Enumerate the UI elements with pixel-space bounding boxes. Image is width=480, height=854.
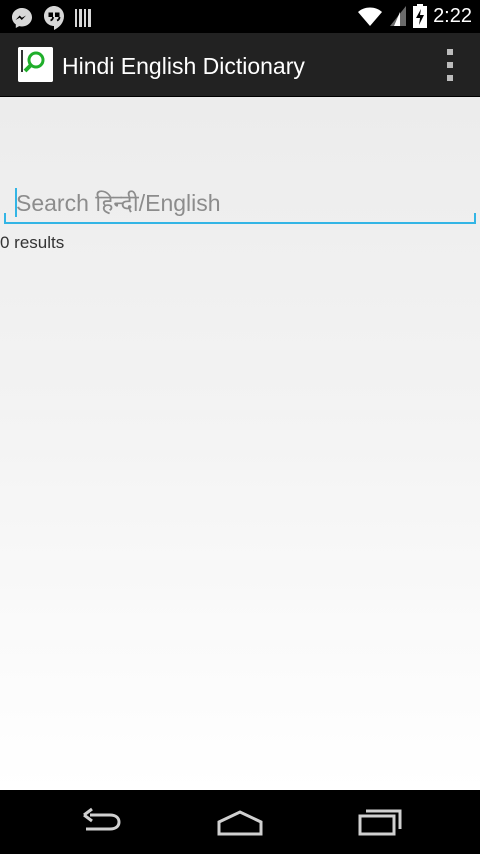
signal-icon — [390, 6, 407, 26]
notification-icons — [10, 5, 92, 31]
action-bar: Hindi English Dictionary — [0, 33, 480, 97]
app-title: Hindi English Dictionary — [62, 53, 305, 79]
status-time: 2:22 — [433, 5, 472, 27]
search-underline-right-tick — [474, 213, 476, 223]
back-icon[interactable] — [76, 806, 126, 838]
battery-charging-icon — [413, 4, 428, 28]
recents-icon[interactable] — [356, 806, 406, 838]
app-logo-icon[interactable] — [18, 47, 53, 82]
search-underline — [4, 222, 476, 224]
text-cursor — [15, 188, 17, 217]
home-icon[interactable] — [215, 806, 265, 838]
hangouts-icon — [44, 6, 64, 30]
search-field[interactable] — [4, 183, 476, 225]
search-input[interactable] — [4, 183, 476, 223]
navigation-bar — [0, 790, 480, 854]
main-content: 0 results — [0, 97, 480, 790]
system-icons: 2:22 — [357, 4, 472, 28]
status-bar: 2:22 — [0, 0, 480, 33]
barcode-icon — [75, 9, 91, 27]
wifi-icon — [358, 7, 383, 26]
results-count: 0 results — [0, 233, 65, 252]
overflow-menu-icon[interactable] — [442, 49, 458, 81]
messenger-icon — [12, 8, 32, 28]
